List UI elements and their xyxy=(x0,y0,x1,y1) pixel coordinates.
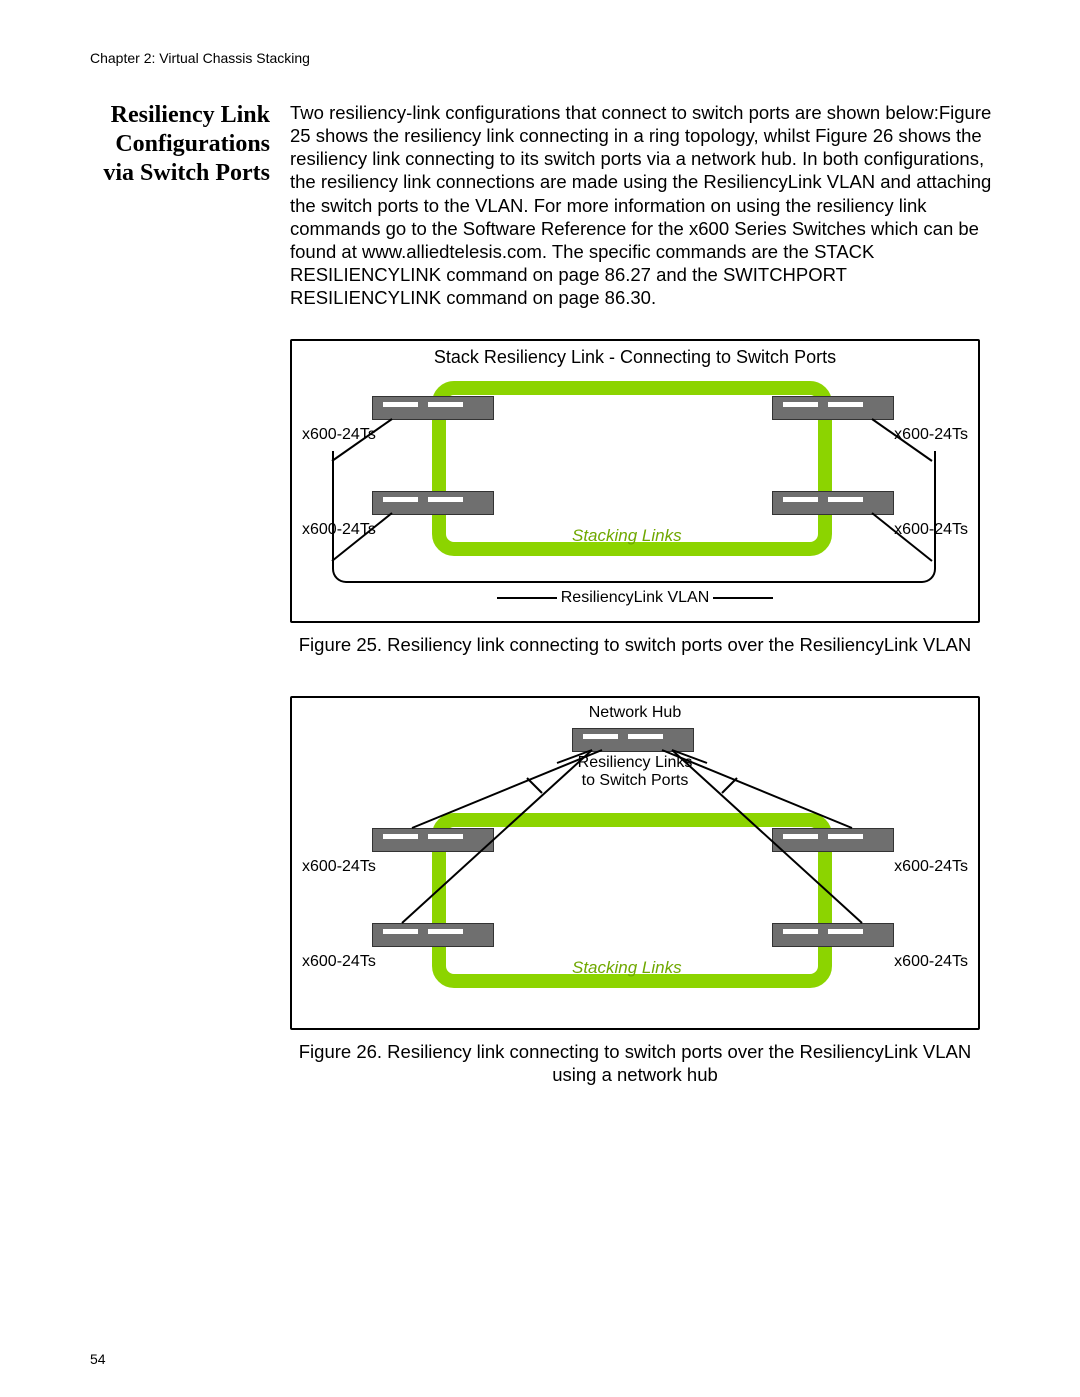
figure-26-lines xyxy=(292,698,978,1028)
section-heading: Resiliency Link Configurations via Switc… xyxy=(90,101,270,309)
figure-25-box: Stack Resiliency Link - Connecting to Sw… xyxy=(290,339,980,623)
figure-26-container: Network Hub Resiliency Links to Switch P… xyxy=(290,696,980,1086)
figure-26-caption: Figure 26. Resiliency link connecting to… xyxy=(290,1040,980,1086)
body-paragraph: Two resiliency-link configurations that … xyxy=(290,101,1000,309)
section-row: Resiliency Link Configurations via Switc… xyxy=(90,101,1000,309)
document-page: Chapter 2: Virtual Chassis Stacking Resi… xyxy=(0,0,1080,1397)
figure-26-box: Network Hub Resiliency Links to Switch P… xyxy=(290,696,980,1030)
vlan-label: ResiliencyLink VLAN xyxy=(292,589,978,607)
figure-25-container: Stack Resiliency Link - Connecting to Sw… xyxy=(290,339,980,656)
figure-25-caption: Figure 25. Resiliency link connecting to… xyxy=(290,633,980,656)
chapter-header: Chapter 2: Virtual Chassis Stacking xyxy=(90,50,1000,66)
page-number: 54 xyxy=(90,1351,106,1367)
vlan-label-text: ResiliencyLink VLAN xyxy=(561,589,710,606)
figure-25-lines xyxy=(292,341,978,621)
